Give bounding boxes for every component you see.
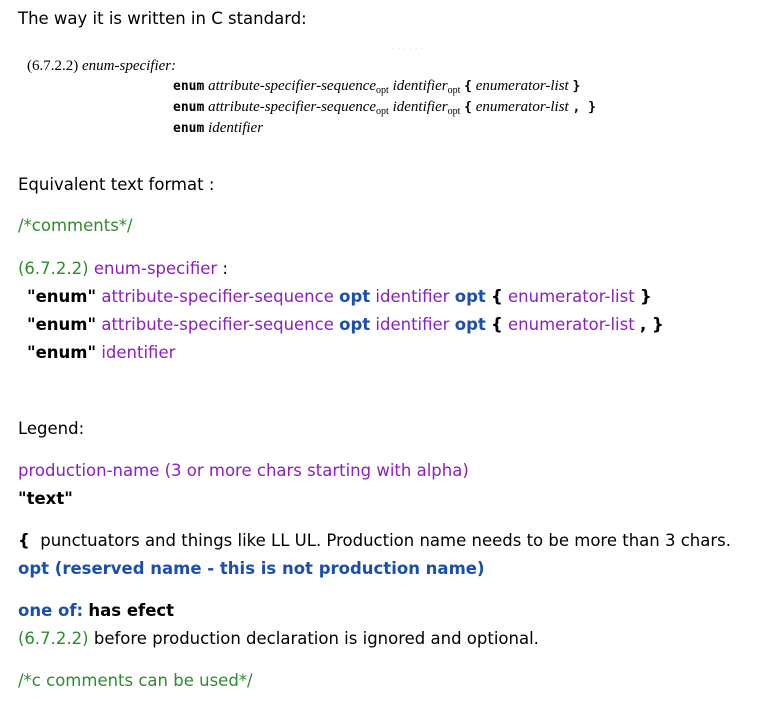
open-brace: { <box>464 100 472 115</box>
opt-keyword: opt <box>339 287 371 306</box>
legend-comment: /*c comments can be used*/ <box>18 671 253 690</box>
punct-brace: { <box>18 531 30 550</box>
legend-oneof: one of: has efect <box>18 600 174 622</box>
format-line-3: "enum" identifier <box>27 342 175 364</box>
opt-subscript: opt <box>447 106 461 117</box>
legend-opt: opt (reserved name - this is not product… <box>18 559 485 578</box>
legend-text: "text" <box>18 489 73 508</box>
comment-line: /*comments*/ <box>18 216 133 235</box>
decorative-dots: · · · · · · <box>392 46 424 53</box>
open-brace: { <box>491 287 503 306</box>
identifier: identifier <box>375 315 450 334</box>
opt-subscript: opt <box>376 106 389 117</box>
attr-spec: attribute-specifier-sequence <box>208 78 377 94</box>
enum-keyword: enum <box>173 121 205 136</box>
enumerator-list: enumerator-list <box>508 287 635 306</box>
identifier: identifier <box>392 99 448 115</box>
ref-text: before production declaration is ignored… <box>93 629 539 648</box>
legend-punctuators: { punctuators and things like LL UL. Pro… <box>18 530 731 552</box>
enumerator-list: enumerator-list <box>508 315 635 334</box>
close-brace: } <box>639 287 652 306</box>
close-brace: , } <box>572 100 596 115</box>
legend-production: production-name (3 or more chars startin… <box>18 461 469 480</box>
attr-spec: attribute-specifier-sequence <box>101 315 334 334</box>
production-heading: (6.7.2.2) enum-specifier : <box>18 258 228 280</box>
standard-name: enum-specifier: <box>82 58 177 74</box>
close-brace: , } <box>639 315 664 334</box>
attr-spec: attribute-specifier-sequence <box>101 287 334 306</box>
standard-line-3: enum identifier <box>173 118 263 139</box>
intro-text: The way it is written in C standard: <box>18 9 307 28</box>
enum-text: "enum" <box>27 315 97 334</box>
punct-text: punctuators and things like LL UL. Produ… <box>40 531 731 550</box>
standard-ref: (6.7.2.2) <box>27 58 79 74</box>
equivalent-heading: Equivalent text format : <box>18 175 215 194</box>
identifier: identifier <box>375 287 450 306</box>
production-name: enum-specifier <box>93 259 218 278</box>
enum-keyword: enum <box>173 79 205 94</box>
opt-keyword: opt <box>454 315 486 334</box>
production-ref: (6.7.2.2) <box>18 259 89 278</box>
open-brace: { <box>464 79 472 94</box>
opt-subscript: opt <box>447 85 461 96</box>
open-brace: { <box>491 315 503 334</box>
attr-spec: attribute-specifier-sequence <box>208 99 377 115</box>
legend-title: Legend: <box>18 419 85 438</box>
legend-ref: (6.7.2.2) before production declaration … <box>18 628 539 650</box>
format-line-1: "enum" attribute-specifier-sequence opt … <box>27 286 652 308</box>
opt-subscript: opt <box>376 85 389 96</box>
identifier: identifier <box>208 120 264 136</box>
ref-number: (6.7.2.2) <box>18 629 89 648</box>
format-line-2: "enum" attribute-specifier-sequence opt … <box>27 314 664 336</box>
standard-heading: (6.7.2.2) enum-specifier: <box>27 56 176 76</box>
enumerator-list: enumerator-list <box>475 99 569 115</box>
opt-keyword: opt <box>339 315 371 334</box>
oneof-keyword: one of: <box>18 601 84 620</box>
close-brace: } <box>572 79 581 94</box>
oneof-text: has efect <box>88 601 175 620</box>
colon: : <box>222 259 228 278</box>
enum-text: "enum" <box>27 287 97 306</box>
enum-keyword: enum <box>173 100 205 115</box>
opt-keyword: opt <box>454 287 486 306</box>
identifier: identifier <box>392 78 448 94</box>
enum-text: "enum" <box>27 343 97 362</box>
enumerator-list: enumerator-list <box>475 78 569 94</box>
identifier: identifier <box>101 343 176 362</box>
